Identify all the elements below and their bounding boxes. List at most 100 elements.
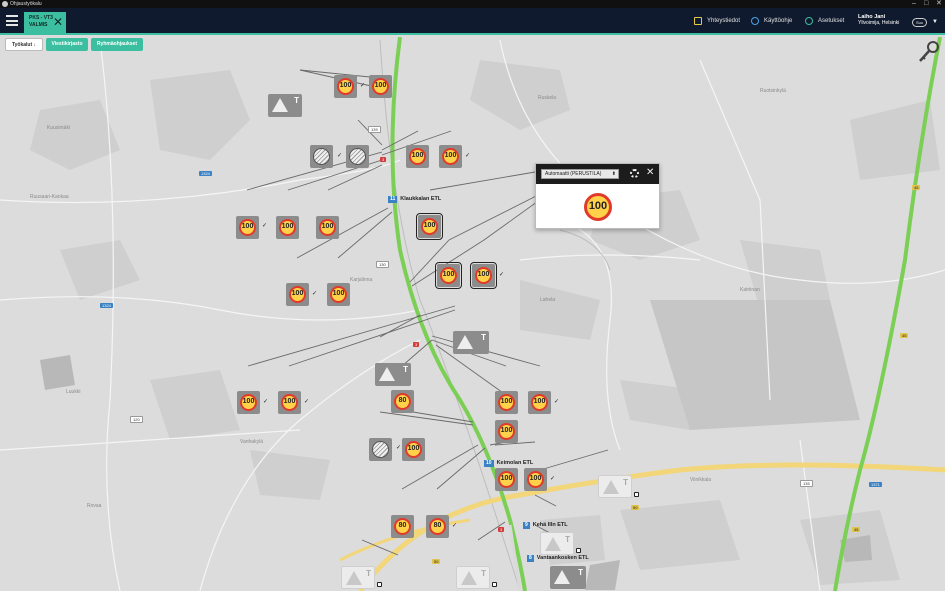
check-icon: ✓: [304, 399, 310, 405]
section-number: 8: [527, 554, 534, 562]
language-selector[interactable]: Suo: [912, 18, 927, 27]
speed-limit-sign[interactable]: 100: [495, 420, 518, 443]
warning-sign-t-inactive[interactable]: T: [341, 566, 375, 589]
speed-limit-value: 100: [405, 441, 422, 458]
speed-limit-value: 100: [498, 423, 515, 440]
speed-limit-sign[interactable]: 100: [327, 283, 350, 306]
road-section-label[interactable]: 9 Kehä IIIn ETL: [523, 521, 568, 529]
speed-limit-sign-selected[interactable]: 100: [435, 262, 462, 289]
check-icon: ✓: [550, 476, 556, 482]
road-shield: 3: [498, 527, 505, 532]
speed-limit-value: 100: [337, 78, 354, 95]
close-icon[interactable]: ✕: [646, 167, 654, 179]
road-shield: 1371: [869, 482, 882, 487]
speed-limit-sign[interactable]: 100: [236, 216, 259, 239]
contacts-link[interactable]: Yhteystiedot: [694, 16, 740, 26]
warning-sign-t[interactable]: T: [453, 331, 489, 354]
speed-limit-sign[interactable]: 100: [276, 216, 299, 239]
road-section-label[interactable]: 10 Keimolan ETL: [484, 459, 533, 467]
user-info[interactable]: Laiho Jani Ylivoimija, Helsinki: [858, 14, 899, 26]
speed-limit-sign[interactable]: 100: [524, 468, 547, 491]
check-icon: ✓: [499, 272, 505, 278]
map-area[interactable]: Ruskela Ruotsinkylä Kuusimäki Ruusaari-K…: [0, 37, 945, 591]
settings-link[interactable]: Asetukset: [805, 16, 844, 26]
speed-limit-value: 100: [498, 471, 515, 488]
app-icon: [2, 1, 8, 7]
speed-limit-sign[interactable]: 100: [334, 75, 357, 98]
speed-limit-value: 100: [281, 394, 298, 411]
speed-limit-sign[interactable]: 100: [286, 283, 309, 306]
popup-speed-limit-sign[interactable]: 100: [584, 193, 612, 221]
speed-limit-value: 100: [531, 394, 548, 411]
warning-sign-t-inactive[interactable]: T: [598, 475, 632, 498]
speed-limit-sign[interactable]: 100: [316, 216, 339, 239]
speed-limit-sign[interactable]: 80: [391, 515, 414, 538]
speed-limit-sign[interactable]: 100: [495, 391, 518, 414]
top-navigation-bar: PKS - VT3 VALMIS ✕ Yhteystiedot Käyttöoh…: [0, 8, 945, 35]
mode-select[interactable]: Automaatti (PERUSTILA) ⬍: [541, 169, 619, 179]
road-shield: 1324: [199, 171, 212, 176]
speed-limit-end-sign[interactable]: [346, 145, 369, 168]
minimize-button[interactable]: –: [912, 0, 916, 8]
tools-dropdown-button[interactable]: Työkalut ↓: [5, 38, 43, 51]
info-icon: [751, 17, 759, 25]
check-icon: ✓: [452, 523, 458, 529]
hamburger-menu-icon[interactable]: [6, 15, 18, 26]
speed-limit-sign-selected[interactable]: 100: [470, 262, 497, 289]
speed-limit-sign[interactable]: 100: [528, 391, 551, 414]
section-name: Keimolan ETL: [496, 460, 534, 466]
speed-limit-sign[interactable]: 80: [391, 390, 414, 413]
speed-limit-sign[interactable]: 100: [402, 438, 425, 461]
section-number: 10: [484, 459, 494, 467]
road-section-label[interactable]: 11 Klaukkalan ETL: [388, 195, 441, 203]
speed-limit-sign[interactable]: 100: [439, 145, 462, 168]
check-icon: ✓: [263, 399, 269, 405]
warning-sign-t[interactable]: T: [550, 566, 586, 589]
key-tool-icon[interactable]: [917, 40, 941, 64]
speed-limit-sign[interactable]: 100: [369, 75, 392, 98]
group-controls-button[interactable]: Ryhmäohjaukset: [91, 38, 143, 51]
check-icon: ✓: [396, 445, 402, 451]
settings-label: Asetukset: [818, 18, 845, 24]
speed-limit-value: 100: [372, 78, 389, 95]
gear-icon[interactable]: [630, 169, 639, 178]
speed-limit-end-sign[interactable]: [310, 145, 333, 168]
check-icon: ✓: [262, 223, 268, 229]
check-icon: ✓: [360, 83, 366, 89]
speed-limit-value: 100: [442, 148, 459, 165]
road-section-label[interactable]: 8 Vantaankosken ETL: [527, 554, 589, 562]
speed-limit-end-sign[interactable]: [369, 438, 392, 461]
warning-sign-t-inactive[interactable]: T: [540, 532, 574, 555]
speed-limit-sign-selected[interactable]: 100: [416, 213, 443, 240]
lock-icon: [492, 582, 497, 587]
speed-limit-sign[interactable]: 100: [406, 145, 429, 168]
user-guide-link[interactable]: Käyttöohje: [751, 16, 792, 26]
road-shield: 3: [380, 157, 387, 162]
speed-limit-sign[interactable]: 100: [495, 468, 518, 491]
section-number: 9: [523, 521, 530, 529]
warning-sign-t[interactable]: T: [268, 94, 302, 117]
contact-card-icon: [694, 17, 702, 25]
speed-limit-value: 100: [330, 286, 347, 303]
speed-limit-sign[interactable]: 80: [426, 515, 449, 538]
close-window-button[interactable]: ✕: [936, 0, 942, 8]
warning-triangle-icon: [272, 98, 288, 112]
language-dropdown-caret-icon[interactable]: ▼: [932, 19, 938, 25]
warning-sign-t[interactable]: T: [375, 363, 411, 386]
maximize-button[interactable]: □: [924, 0, 928, 8]
warning-sign-t-inactive[interactable]: T: [456, 566, 490, 589]
speed-limit-sign[interactable]: 100: [237, 391, 260, 414]
message-library-button[interactable]: Viestikirjasto: [46, 38, 88, 51]
speed-limit-value: 100: [527, 471, 544, 488]
speed-limit-value: 100: [279, 219, 296, 236]
sign-control-popup: Automaatti (PERUSTILA) ⬍ ✕ 100: [535, 163, 660, 229]
close-tab-icon[interactable]: ✕: [53, 16, 63, 28]
road-shield: 45: [900, 333, 909, 338]
warning-triangle-icon: [457, 335, 473, 349]
speed-limit-value: 100: [421, 218, 438, 235]
speed-limit-sign[interactable]: 100: [278, 391, 301, 414]
project-tab[interactable]: PKS - VT3 VALMIS ✕: [24, 12, 66, 33]
road-shield: 135: [800, 480, 813, 487]
road-shield: 1324: [100, 303, 113, 308]
lock-icon: [634, 492, 639, 497]
